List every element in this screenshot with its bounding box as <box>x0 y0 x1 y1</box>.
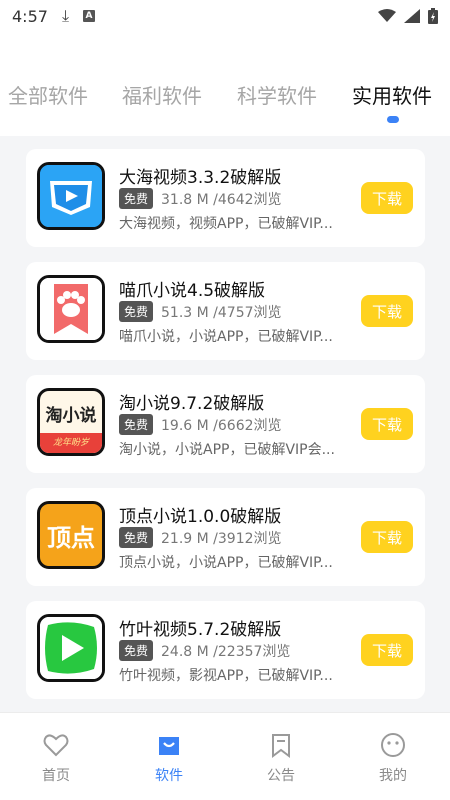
nav-mine-label: 我的 <box>379 768 407 784</box>
video-play-icon <box>37 162 105 230</box>
app-description: 大海视频，视频APP，已破解VIP... <box>119 216 333 232</box>
smile-icon <box>381 733 405 757</box>
category-tabs: 全部软件 福利软件 科学软件 实用软件 <box>0 32 450 136</box>
bag-icon <box>159 737 179 755</box>
app-description: 喵爪小说，小说APP，已破解VIP... <box>119 329 333 345</box>
free-badge: 免费 <box>119 640 154 661</box>
dingdian-icon: 顶点 <box>37 501 105 569</box>
app-title: 喵爪小说4.5破解版 <box>119 281 266 301</box>
battery-icon <box>428 8 438 24</box>
status-bar: 4:57 ⤓ A <box>0 0 450 32</box>
heart-icon <box>43 734 69 757</box>
nav-notice[interactable]: 公告 <box>251 731 311 785</box>
tab-science-software[interactable]: 科学软件 <box>237 80 317 109</box>
nav-software-label: 软件 <box>155 768 183 784</box>
bottom-nav: 首页 软件 公告 我的 <box>0 712 450 800</box>
leaf-play-icon <box>37 614 105 682</box>
app-notification-icon: A <box>83 10 96 22</box>
download-button[interactable]: 下载 <box>361 182 413 214</box>
app-title: 竹叶视频5.7.2破解版 <box>119 620 282 640</box>
bookmark-icon <box>272 734 290 758</box>
nav-home[interactable]: 首页 <box>26 731 86 785</box>
nav-notice-label: 公告 <box>267 768 295 784</box>
icon-label: 顶点 <box>47 523 95 552</box>
app-card[interactable]: 大海视频3.3.2破解版 免费 31.8 M /4642浏览 大海视频，视频AP… <box>26 149 425 247</box>
tab-all-software[interactable]: 全部软件 <box>8 80 88 109</box>
app-title: 顶点小说1.0.0破解版 <box>119 507 282 527</box>
download-button[interactable]: 下载 <box>361 295 413 327</box>
app-card[interactable]: 喵爪小说4.5破解版 免费 51.3 M /4757浏览 喵爪小说，小说APP，… <box>26 262 425 360</box>
tab-utility-software[interactable]: 实用软件 <box>352 80 432 109</box>
nav-home-label: 首页 <box>42 768 70 784</box>
app-card[interactable]: 竹叶视频5.7.2破解版 免费 24.8 M /22357浏览 竹叶视频，影视A… <box>26 601 425 699</box>
app-meta: 19.6 M /6662浏览 <box>161 417 282 434</box>
app-card[interactable]: 淘小说 龙年盼岁 淘小说9.7.2破解版 免费 19.6 M /6662浏览 淘… <box>26 375 425 473</box>
tab-welfare-software[interactable]: 福利软件 <box>122 80 202 109</box>
app-card[interactable]: 顶点 顶点小说1.0.0破解版 免费 21.9 M /3912浏览 顶点小说，小… <box>26 488 425 586</box>
app-title: 淘小说9.7.2破解版 <box>119 394 265 414</box>
download-button[interactable]: 下载 <box>361 408 413 440</box>
status-time: 4:57 <box>12 6 48 26</box>
free-badge: 免费 <box>119 414 154 435</box>
app-meta: 51.3 M /4757浏览 <box>161 304 282 321</box>
app-meta: 24.8 M /22357浏览 <box>161 643 291 660</box>
app-title: 大海视频3.3.2破解版 <box>119 168 282 188</box>
paw-icon <box>37 275 105 343</box>
app-description: 顶点小说，小说APP，已破解VIP... <box>119 555 333 571</box>
download-button[interactable]: 下载 <box>361 521 413 553</box>
app-meta: 31.8 M /4642浏览 <box>161 191 282 208</box>
app-description: 竹叶视频，影视APP，已破解VIP... <box>119 668 333 684</box>
app-description: 淘小说，小说APP，已破解VIP会... <box>119 442 335 458</box>
signal-icon <box>404 9 420 23</box>
tao-novel-icon: 淘小说 龙年盼岁 <box>37 388 105 456</box>
icon-label: 淘小说 <box>45 406 97 426</box>
wifi-icon <box>378 9 396 22</box>
free-badge: 免费 <box>119 188 154 209</box>
icon-sublabel: 龙年盼岁 <box>40 433 102 453</box>
nav-software[interactable]: 软件 <box>139 731 199 785</box>
download-icon: ⤓ <box>61 6 70 25</box>
nav-mine[interactable]: 我的 <box>363 731 423 785</box>
free-badge: 免费 <box>119 527 154 548</box>
active-tab-indicator <box>387 116 399 123</box>
app-meta: 21.9 M /3912浏览 <box>161 530 282 547</box>
download-button[interactable]: 下载 <box>361 634 413 666</box>
free-badge: 免费 <box>119 301 154 322</box>
